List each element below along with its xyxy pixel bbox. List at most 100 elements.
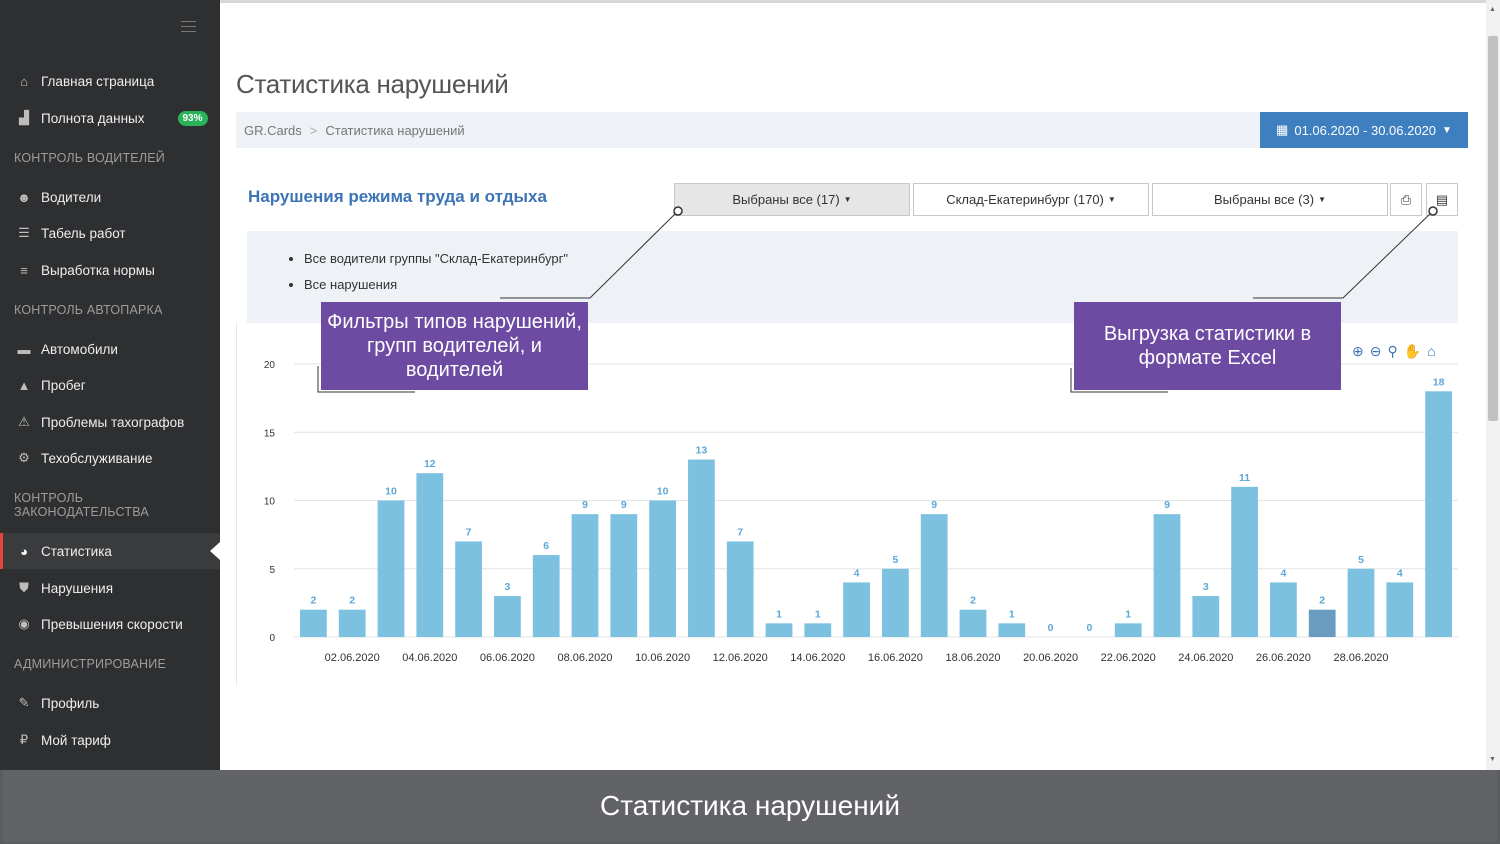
data-label: 18: [1433, 376, 1445, 388]
callout-export: Выгрузка статистики в формате Excel: [1074, 302, 1341, 390]
excel-file-icon: ▤: [1435, 191, 1449, 207]
data-label: 13: [696, 445, 708, 457]
data-label: 10: [657, 486, 669, 498]
bar: [1114, 623, 1142, 637]
bar: [920, 514, 948, 637]
bar: [416, 473, 444, 637]
violation-types-filter[interactable]: Выбраны все (17) ▼: [674, 183, 910, 216]
chevron-down-icon: ▼: [1442, 124, 1452, 136]
y-tick-label: 10: [264, 497, 276, 508]
truck-icon: ▬: [17, 341, 31, 357]
data-label: 6: [543, 540, 549, 552]
completeness-badge: 93%: [177, 110, 208, 126]
sidebar-item-drivers[interactable]: ☻ Водители: [0, 179, 220, 215]
data-label: 3: [1203, 581, 1209, 593]
data-label: 9: [582, 499, 588, 511]
data-label: 1: [815, 608, 821, 620]
date-range-picker[interactable]: ▦ 01.06.2020 - 30.06.2020 ▼: [1260, 112, 1468, 148]
x-tick-label: 04.06.2020: [402, 652, 457, 664]
data-label: 7: [466, 526, 472, 538]
x-tick-label: 18.06.2020: [945, 652, 1000, 664]
section-driver-control: Контроль водителей: [14, 151, 165, 165]
x-tick-label: 22.06.2020: [1101, 652, 1156, 664]
sidebar-item-norm[interactable]: ≡ Выработка нормы: [0, 252, 220, 288]
caret-down-icon: ▼: [1107, 195, 1116, 204]
sidebar-item-mileage[interactable]: ▲ Пробег: [0, 367, 220, 403]
x-tick-label: 20.06.2020: [1023, 652, 1078, 664]
bar: [765, 623, 793, 637]
sidebar-item-speeding[interactable]: ◉ Превышения скорости: [0, 606, 220, 642]
y-tick-label: 15: [264, 428, 276, 439]
driver-group-filter[interactable]: Склад-Екатеринбург (170) ▼: [913, 183, 1149, 216]
bar: [1192, 596, 1220, 637]
sidebar-item-timesheet[interactable]: ☰ Табель работ: [0, 215, 220, 251]
x-tick-label: 16.06.2020: [868, 652, 923, 664]
bar: [1386, 582, 1414, 637]
y-tick-label: 20: [264, 360, 276, 371]
sidebar-item-home[interactable]: ⌂ Главная страница: [0, 63, 220, 99]
drivers-filter[interactable]: Выбраны все (3) ▼: [1152, 183, 1388, 216]
caret-down-icon: ▼: [1318, 195, 1326, 204]
pie-chart-icon: ◕: [20, 543, 28, 559]
bar: [532, 555, 560, 637]
sidebar-item-profile[interactable]: ✎ Профиль: [0, 685, 220, 721]
video-caption-bar: Статистика нарушений: [0, 770, 1500, 844]
data-label: 11: [1239, 472, 1250, 484]
menu-toggle-icon[interactable]: [181, 21, 196, 36]
sidebar-item-label: Техобслуживание: [41, 450, 153, 466]
filter-label: Склад-Екатеринбург (170): [946, 192, 1104, 207]
data-label: 3: [504, 581, 510, 593]
data-label: 12: [424, 458, 436, 470]
breadcrumb-current: Статистика нарушений: [325, 123, 465, 138]
bar: [1153, 514, 1181, 637]
x-tick-label: 10.06.2020: [635, 652, 690, 664]
sidebar-item-statistics[interactable]: ◕ Статистика: [0, 533, 220, 569]
page-scrollbar[interactable]: ▲ ▼: [1486, 0, 1500, 770]
sidebar-item-label: Пробег: [41, 377, 86, 393]
bar: [998, 623, 1026, 637]
sidebar-item-label: Нарушения: [41, 580, 114, 596]
sidebar-item-violations[interactable]: ⛊ Нарушения: [0, 570, 220, 606]
data-label: 2: [310, 595, 316, 607]
data-label: 2: [1319, 595, 1325, 607]
data-label: 4: [1280, 567, 1286, 579]
card-title: Нарушения режима труда и отдыха: [248, 187, 547, 206]
sidebar-item-data-completeness[interactable]: ▟ Полнота данных 93%: [0, 100, 220, 136]
bar: [1308, 609, 1336, 637]
bar: [300, 609, 327, 637]
bar: [455, 541, 482, 637]
data-label: 0: [1086, 622, 1092, 634]
sidebar-item-label: Проблемы тахографов: [41, 414, 185, 430]
violations-bar-chart: 05101520 2 210127369 9101371 1459210 0193114…: [264, 360, 1458, 664]
data-label: 0: [1048, 622, 1054, 634]
breadcrumb-separator: >: [309, 123, 318, 138]
bar: [1270, 582, 1297, 637]
scroll-down-icon[interactable]: ▼: [1489, 756, 1496, 763]
caption-text: Статистика нарушений: [3, 770, 1497, 842]
sidebar-item-tachograph-problems[interactable]: ⚠ Проблемы тахографов: [0, 404, 220, 440]
page-title: Статистика нарушений: [236, 69, 509, 99]
data-label: 9: [931, 499, 937, 511]
bar: [494, 596, 521, 637]
sidebar-item-maintenance[interactable]: ⚙ Техобслуживание: [0, 440, 220, 476]
section-administration: Администрирование: [14, 657, 166, 671]
section-legislation-control: Контроль законодательства: [14, 491, 149, 519]
sidebar-item-label: Статистика: [41, 543, 112, 559]
data-label: 10: [385, 486, 397, 498]
shield-icon: ⛊: [19, 580, 29, 595]
x-tick-label: 02.06.2020: [325, 652, 380, 664]
print-button[interactable]: ⎙: [1390, 183, 1422, 216]
sidebar-item-label: Автомобили: [41, 341, 118, 357]
scroll-up-icon[interactable]: ▲: [1489, 6, 1496, 13]
export-excel-button[interactable]: ▤: [1426, 183, 1458, 216]
bar: [1425, 391, 1452, 637]
data-label: 1: [776, 608, 782, 620]
breadcrumb-home-link[interactable]: GR.Cards: [244, 123, 302, 138]
x-tick-label: 28.06.2020: [1333, 652, 1388, 664]
sidebar-item-vehicles[interactable]: ▬ Автомобили: [0, 331, 220, 367]
sidebar-item-label: Главная страница: [41, 73, 155, 89]
sidebar-item-tariff[interactable]: ₽ Мой тариф: [0, 722, 220, 758]
users-icon: ☻: [17, 189, 31, 205]
scrollbar-thumb[interactable]: [1488, 36, 1498, 421]
sidebar: ⌂ Главная страница ▟ Полнота данных 93% Кон…: [0, 0, 220, 770]
